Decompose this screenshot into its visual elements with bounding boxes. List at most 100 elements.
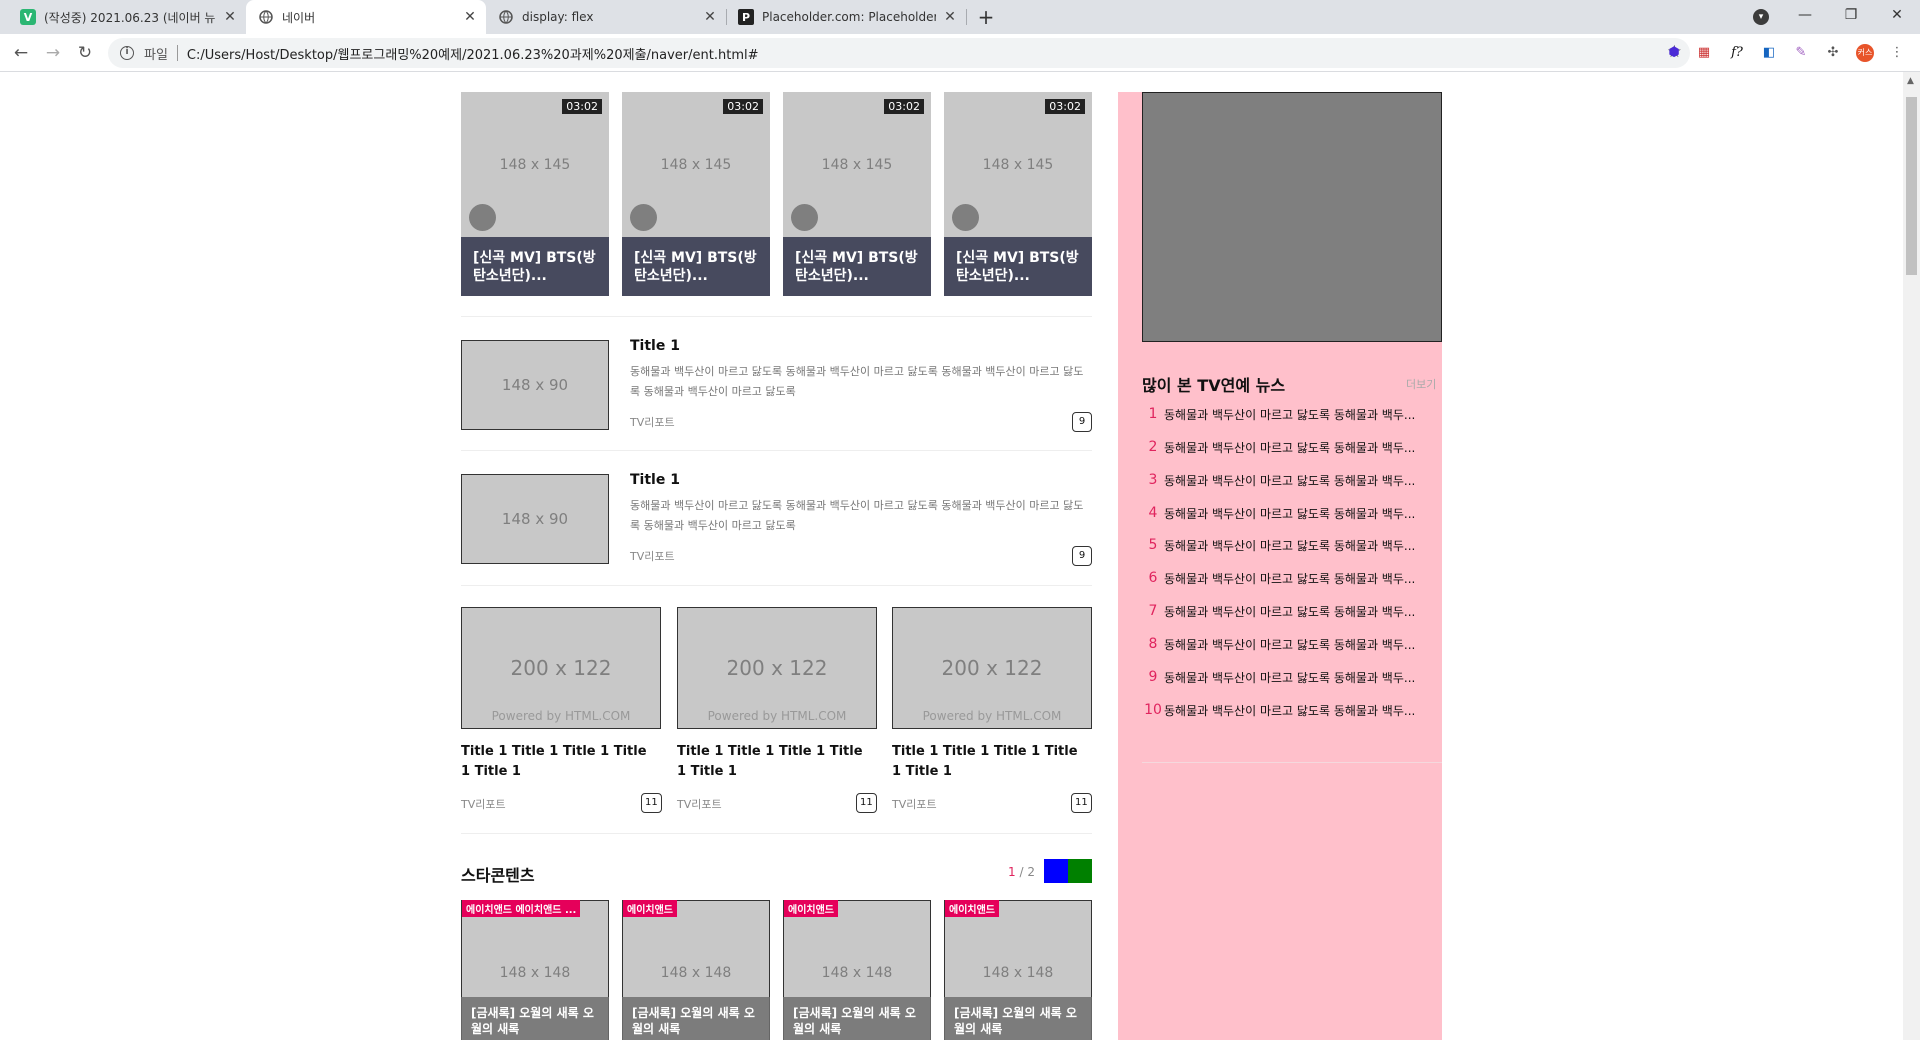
close-icon[interactable]: ✕	[222, 9, 238, 25]
grid-title[interactable]: Title 1 Title 1 Title 1 Title 1 Title 1	[677, 742, 867, 782]
menu-kebab-icon[interactable]: ⋮	[1888, 44, 1906, 62]
star-card-title[interactable]: [금새록] 오월의 새록 오월의 새록	[622, 997, 770, 1040]
tab-naver[interactable]: 네이버 ✕	[246, 0, 486, 34]
play-icon[interactable]	[952, 204, 979, 231]
rank-text[interactable]: 동해물과 백두산이 마르고 닳도록 동해물과 백두...	[1164, 702, 1415, 719]
close-icon[interactable]: ✕	[942, 9, 958, 25]
channel-tag[interactable]: 에이치앤드	[945, 900, 999, 917]
close-icon[interactable]: ✕	[702, 9, 718, 25]
rank-text[interactable]: 동해물과 백두산이 마르고 닳도록 동해물과 백두...	[1164, 505, 1415, 522]
tab-search-icon[interactable]: ▾	[1753, 9, 1769, 25]
grid-source[interactable]: TV리포트	[677, 796, 722, 812]
comment-count-badge[interactable]: 11	[1071, 793, 1092, 813]
minimize-button[interactable]: —	[1782, 0, 1828, 34]
video-card[interactable]: 148 x 145 03:02 [신곡 MV] BTS(방탄소년단)...	[622, 92, 770, 296]
news-title[interactable]: Title 1	[630, 338, 680, 354]
play-icon[interactable]	[791, 204, 818, 231]
grid-source[interactable]: TV리포트	[892, 796, 937, 812]
profile-avatar[interactable]: 커스	[1856, 44, 1874, 62]
extension-hexagon-icon[interactable]: ⬢	[1665, 44, 1683, 62]
channel-tag[interactable]: 에이치앤드 에이치앤드 ...	[462, 900, 581, 917]
ranking-item[interactable]: 1 동해물과 백두산이 마르고 닳도록 동해물과 백두...	[1142, 404, 1438, 424]
video-title[interactable]: [신곡 MV] BTS(방탄소년단)...	[783, 237, 931, 296]
star-content-card[interactable]: 148 x 148 에이치앤드 에이치앤드 ... [금새록] 오월의 새록 오…	[461, 900, 609, 1040]
play-icon[interactable]	[469, 204, 496, 231]
star-content-card[interactable]: 148 x 148 에이치앤드 [금새록] 오월의 새록 오월의 새록	[783, 900, 931, 1040]
rank-text[interactable]: 동해물과 백두산이 마르고 닳도록 동해물과 백두...	[1164, 472, 1415, 489]
comment-count-badge[interactable]: 11	[856, 793, 877, 813]
star-content-card[interactable]: 148 x 148 에이치앤드 [금새록] 오월의 새록 오월의 새록	[622, 900, 770, 1040]
video-title[interactable]: [신곡 MV] BTS(방탄소년단)...	[944, 237, 1092, 296]
close-icon[interactable]: ✕	[462, 9, 478, 25]
scroll-up-arrow-icon[interactable]: ▲	[1907, 76, 1914, 86]
ranking-item[interactable]: 7 동해물과 백두산이 마르고 닳도록 동해물과 백두...	[1142, 601, 1438, 621]
channel-tag[interactable]: 에이치앤드	[623, 900, 677, 917]
rank-text[interactable]: 동해물과 백두산이 마르고 닳도록 동해물과 백두...	[1164, 636, 1415, 653]
comment-count-badge[interactable]: 11	[641, 793, 662, 813]
info-icon[interactable]: i	[120, 46, 134, 60]
ranking-item[interactable]: 6 동해물과 백두산이 마르고 닳도록 동해물과 백두...	[1142, 568, 1438, 588]
video-title[interactable]: [신곡 MV] BTS(방탄소년단)...	[461, 237, 609, 296]
channel-tag[interactable]: 에이치앤드	[784, 900, 838, 917]
tab-placeholder[interactable]: P Placeholder.com: Placeholder.com ✕	[726, 0, 966, 34]
ranking-item[interactable]: 4 동해물과 백두산이 마르고 닳도록 동해물과 백두...	[1142, 503, 1438, 523]
star-card-title[interactable]: [금새록] 오월의 새록 오월의 새록	[783, 997, 931, 1040]
rank-text[interactable]: 동해물과 백두산이 마르고 닳도록 동해물과 백두...	[1164, 570, 1415, 587]
url-scheme: 파일	[144, 47, 168, 63]
prev-page-button[interactable]	[1044, 859, 1068, 883]
extension-eyedropper-icon[interactable]: ✎	[1792, 44, 1810, 62]
video-card[interactable]: 148 x 145 03:02 [신곡 MV] BTS(방탄소년단)...	[944, 92, 1092, 296]
vertical-scrollbar[interactable]: ▲	[1903, 72, 1920, 1040]
back-arrow-icon[interactable]: ←	[9, 41, 33, 65]
ranking-item[interactable]: 10 동해물과 백두산이 마르고 닳도록 동해물과 백두...	[1142, 700, 1438, 720]
more-link[interactable]: 더보기	[1406, 376, 1436, 392]
rank-text[interactable]: 동해물과 백두산이 마르고 닳도록 동해물과 백두...	[1164, 406, 1415, 423]
restore-button[interactable]: ❐	[1828, 0, 1874, 34]
rank-text[interactable]: 동해물과 백두산이 마르고 닳도록 동해물과 백두...	[1164, 603, 1415, 620]
ad-banner[interactable]	[1142, 92, 1442, 342]
new-tab-button[interactable]: +	[972, 5, 1000, 29]
forward-arrow-icon[interactable]: →	[41, 41, 65, 65]
rank-text[interactable]: 동해물과 백두산이 마르고 닳도록 동해물과 백두...	[1164, 439, 1415, 456]
star-content-card[interactable]: 148 x 148 에이치앤드 [금새록] 오월의 새록 오월의 새록	[944, 900, 1092, 1040]
comment-count-badge[interactable]: 9	[1072, 546, 1092, 566]
news-source[interactable]: TV리포트	[630, 548, 675, 564]
grid-thumbnail[interactable]: 200 x 122 Powered by HTML.COM	[892, 607, 1092, 729]
next-page-button[interactable]	[1068, 859, 1092, 883]
rank-text[interactable]: 동해물과 백두산이 마르고 닳도록 동해물과 백두...	[1164, 537, 1415, 554]
address-bar[interactable]: i 파일 C:/Users/Host/Desktop/웹프로그래밍%20예제/2…	[108, 38, 1690, 68]
ranking-item[interactable]: 9 동해물과 백두산이 마르고 닳도록 동해물과 백두...	[1142, 667, 1438, 687]
extensions-puzzle-icon[interactable]: ✣	[1824, 44, 1842, 62]
ranking-item[interactable]: 2 동해물과 백두산이 마르고 닳도록 동해물과 백두...	[1142, 437, 1438, 457]
grid-source[interactable]: TV리포트	[461, 796, 506, 812]
grid-thumbnail[interactable]: 200 x 122 Powered by HTML.COM	[461, 607, 661, 729]
extension-trello-icon[interactable]: ◧	[1760, 44, 1778, 62]
extension-font-icon[interactable]: f?	[1728, 44, 1746, 62]
scrollbar-thumb[interactable]	[1906, 97, 1917, 275]
comment-count-badge[interactable]: 9	[1072, 412, 1092, 432]
video-card[interactable]: 148 x 145 03:02 [신곡 MV] BTS(방탄소년단)...	[461, 92, 609, 296]
ranking-item[interactable]: 8 동해물과 백두산이 마르고 닳도록 동해물과 백두...	[1142, 634, 1438, 654]
play-icon[interactable]	[630, 204, 657, 231]
video-thumbnail: 148 x 145 03:02	[622, 92, 770, 237]
video-card[interactable]: 148 x 145 03:02 [신곡 MV] BTS(방탄소년단)...	[783, 92, 931, 296]
news-title[interactable]: Title 1	[630, 472, 680, 488]
news-source[interactable]: TV리포트	[630, 414, 675, 430]
extension-calendar-icon[interactable]: ▦	[1695, 44, 1713, 62]
tab-draft[interactable]: V (작성중) 2021.06.23 (네이버 뉴스 ✕	[8, 0, 246, 34]
grid-thumbnail[interactable]: 200 x 122 Powered by HTML.COM	[677, 607, 877, 729]
grid-title[interactable]: Title 1 Title 1 Title 1 Title 1 Title 1	[892, 742, 1082, 782]
close-window-button[interactable]: ✕	[1874, 0, 1920, 34]
tab-display-flex[interactable]: display: flex ✕	[486, 0, 726, 34]
ranking-item[interactable]: 3 동해물과 백두산이 마르고 닳도록 동해물과 백두...	[1142, 470, 1438, 490]
ranking-item[interactable]: 5 동해물과 백두산이 마르고 닳도록 동해물과 백두...	[1142, 535, 1438, 555]
reload-icon[interactable]: ↻	[73, 41, 97, 65]
star-card-title[interactable]: [금새록] 오월의 새록 오월의 새록	[461, 997, 609, 1040]
rank-text[interactable]: 동해물과 백두산이 마르고 닳도록 동해물과 백두...	[1164, 669, 1415, 686]
grid-title[interactable]: Title 1 Title 1 Title 1 Title 1 Title 1	[461, 742, 651, 782]
news-thumbnail[interactable]: 148 x 90	[461, 340, 609, 430]
url-text[interactable]: C:/Users/Host/Desktop/웹프로그래밍%20예제/2021.0…	[187, 44, 759, 63]
news-thumbnail[interactable]: 148 x 90	[461, 474, 609, 564]
star-card-title[interactable]: [금새록] 오월의 새록 오월의 새록	[944, 997, 1092, 1040]
video-title[interactable]: [신곡 MV] BTS(방탄소년단)...	[622, 237, 770, 296]
